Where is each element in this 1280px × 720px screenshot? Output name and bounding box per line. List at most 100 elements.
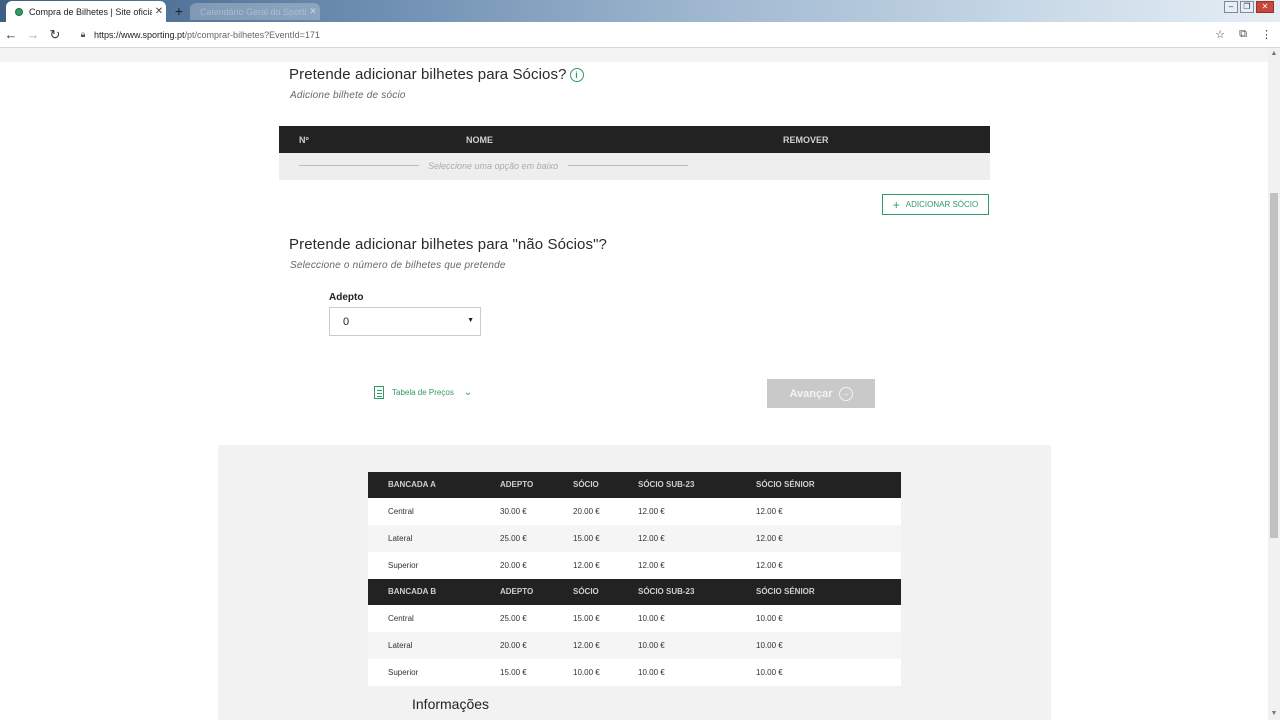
nao-socios-subtitle: Seleccione o número de bilhetes que pret… — [290, 260, 506, 271]
divider — [299, 165, 419, 166]
back-icon[interactable]: ← — [0, 27, 22, 42]
document-icon — [374, 386, 384, 399]
table-row: Central 30.00 € 20.00 € 12.00 € 12.00 € — [368, 498, 901, 525]
new-tab-icon[interactable]: + — [170, 3, 188, 19]
page-scrollbar[interactable]: ▲ ▼ — [1268, 48, 1280, 720]
url-path: /pt/comprar-bilhetes?EventId=171 — [184, 29, 320, 40]
table-cell: 10.00 € — [638, 614, 665, 623]
table-cell: 10.00 € — [573, 668, 600, 677]
table-cell: 20.00 € — [573, 507, 600, 516]
sporting-favicon-icon — [15, 7, 23, 16]
window-close-icon[interactable]: ✕ — [1256, 1, 1274, 13]
tab-title: Compra de Bilhetes | Site oficial d — [29, 6, 152, 17]
bancada-a-header: BANCADA A ADEPTO SÓCIO SÓCIO SUB-23 SÓCI… — [368, 472, 901, 498]
header-cell: SÓCIO SÉNIOR — [756, 480, 815, 489]
table-cell: 12.00 € — [573, 641, 600, 650]
arrow-right-circle-icon: → — [838, 386, 853, 401]
extension-icon[interactable]: ⧉ — [1239, 28, 1247, 41]
empty-hint: Seleccione uma opção em baixo — [428, 161, 559, 171]
socios-title-text: Pretende adicionar bilhetes para Sócios? — [289, 66, 567, 83]
table-cell: 20.00 € — [500, 561, 527, 570]
table-cell: 12.00 € — [638, 507, 665, 516]
scroll-down-icon[interactable]: ▼ — [1268, 708, 1280, 720]
browser-tab-active[interactable]: Compra de Bilhetes | Site oficial d ✕ — [6, 1, 166, 22]
bookmark-star-icon[interactable]: ☆ — [1215, 28, 1225, 41]
price-table-toggle[interactable]: Tabela de Preços ⌄ — [374, 386, 472, 399]
lock-icon[interactable]: 🔒︎ — [76, 29, 90, 40]
table-cell: 12.00 € — [573, 561, 600, 570]
header-cell: BANCADA B — [388, 587, 437, 596]
table-cell: 15.00 € — [573, 534, 600, 543]
table-cell: 10.00 € — [756, 614, 783, 623]
header-cell: ADEPTO — [500, 587, 534, 596]
browser-menu-icon[interactable]: ⋮ — [1261, 28, 1272, 41]
table-cell: Superior — [388, 561, 419, 570]
header-cell: SÓCIO SUB-23 — [638, 587, 695, 596]
page-top-strip — [0, 48, 1268, 62]
avancar-button[interactable]: Avançar → — [767, 379, 875, 408]
table-cell: Central — [388, 614, 414, 623]
reload-icon[interactable]: ↻ — [44, 27, 66, 43]
header-cell: ADEPTO — [500, 480, 534, 489]
price-table: BANCADA A ADEPTO SÓCIO SÓCIO SUB-23 SÓCI… — [368, 472, 901, 686]
table-cell: 10.00 € — [638, 668, 665, 677]
table-cell: 12.00 € — [638, 534, 665, 543]
table-cell: Central — [388, 507, 414, 516]
bancada-b-header: BANCADA B ADEPTO SÓCIO SÓCIO SUB-23 SÓCI… — [368, 579, 901, 605]
close-tab2-icon[interactable]: ✕ — [306, 6, 320, 17]
table-cell: 12.00 € — [756, 534, 783, 543]
adepto-quantity-select[interactable]: 0 ▼ — [329, 307, 481, 336]
info-icon[interactable]: i — [569, 68, 584, 82]
table-cell: 30.00 € — [500, 507, 527, 516]
col-num: Nº — [299, 135, 309, 145]
minimize-icon[interactable]: – — [1224, 1, 1238, 13]
socios-subtitle: Adicione bilhete de sócio — [290, 90, 406, 101]
scrollbar-thumb[interactable] — [1270, 193, 1278, 538]
adepto-label: Adepto — [329, 292, 364, 303]
price-table-toggle-label: Tabela de Preços — [392, 388, 454, 397]
table-cell: 12.00 € — [756, 561, 783, 570]
plus-icon: + — [892, 197, 900, 212]
browser-tab-strip: Compra de Bilhetes | Site oficial d ✕ + … — [0, 0, 1280, 22]
add-socio-button[interactable]: + ADICIONAR SÓCIO — [882, 194, 989, 215]
table-row: Lateral 20.00 € 12.00 € 10.00 € 10.00 € — [368, 632, 901, 659]
table-cell: 25.00 € — [500, 534, 527, 543]
avancar-label: Avançar — [789, 387, 833, 400]
dropdown-caret-icon: ▼ — [467, 317, 474, 324]
close-tab-icon[interactable]: ✕ — [152, 6, 166, 17]
table-row: Lateral 25.00 € 15.00 € 12.00 € 12.00 € — [368, 525, 901, 552]
restore-icon[interactable]: ❐ — [1240, 1, 1254, 13]
add-socio-label: ADICIONAR SÓCIO — [905, 200, 979, 209]
table-cell: 10.00 € — [756, 668, 783, 677]
divider — [568, 165, 688, 166]
table-cell: 10.00 € — [756, 641, 783, 650]
browser-tab-inactive[interactable]: Calendário Geral do Sporting ✕ — [190, 3, 320, 20]
table-cell: 25.00 € — [500, 614, 527, 623]
header-cell: SÓCIO — [573, 480, 599, 489]
header-cell: SÓCIO — [573, 587, 599, 596]
adepto-quantity-value: 0 — [343, 316, 350, 328]
table-cell: 10.00 € — [638, 641, 665, 650]
window-controls: – ❐ ✕ — [1224, 1, 1274, 13]
table-cell: Superior — [388, 668, 419, 677]
table-cell: 12.00 € — [638, 561, 665, 570]
forward-icon[interactable]: → — [22, 27, 44, 42]
url-host: https://www.sporting.pt — [94, 29, 185, 40]
url-text[interactable]: https://www.sporting.pt/pt/comprar-bilhe… — [94, 30, 320, 40]
table-cell: 20.00 € — [500, 641, 527, 650]
socios-table-header: Nº NOME REMOVER — [279, 126, 990, 153]
address-bar: ← → ↻ 🔒︎ https://www.sporting.pt/pt/comp… — [0, 22, 1280, 48]
nao-socios-title: Pretende adicionar bilhetes para "não Só… — [289, 236, 607, 253]
table-cell: 15.00 € — [500, 668, 527, 677]
table-cell: 15.00 € — [573, 614, 600, 623]
table-row: Superior 15.00 € 10.00 € 10.00 € 10.00 € — [368, 659, 901, 686]
informacoes-title: Informações — [412, 696, 490, 712]
socios-title: Pretende adicionar bilhetes para Sócios?… — [289, 66, 584, 83]
col-remover: REMOVER — [783, 135, 829, 145]
col-nome: NOME — [466, 135, 493, 145]
chevron-down-icon: ⌄ — [463, 387, 473, 398]
scroll-up-icon[interactable]: ▲ — [1268, 48, 1280, 60]
table-row: Central 25.00 € 15.00 € 10.00 € 10.00 € — [368, 605, 901, 632]
table-cell: Lateral — [388, 534, 413, 543]
header-cell: SÓCIO SÉNIOR — [756, 587, 815, 596]
